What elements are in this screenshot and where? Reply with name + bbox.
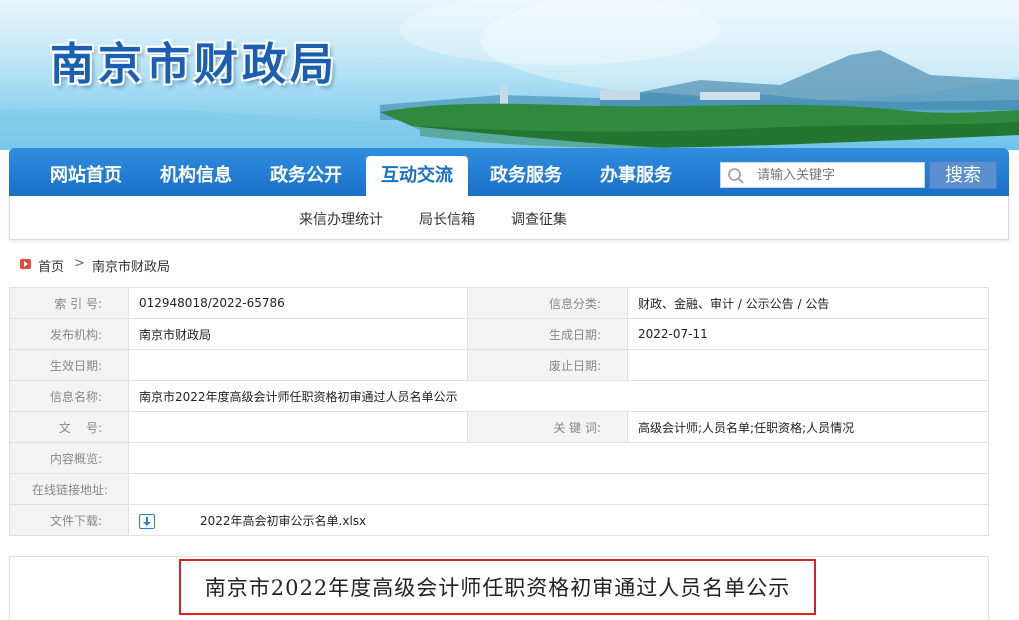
- table-row: 生效日期: 废止日期:: [9, 349, 989, 381]
- effective-date-value: [128, 349, 468, 381]
- table-row: 信息名称: 南京市2022年度高级会计师任职资格初审通过人员名单公示: [9, 380, 989, 412]
- download-icon[interactable]: [139, 513, 155, 529]
- online-link-label: 在线链接地址:: [9, 473, 129, 505]
- article-title: 南京市2022年度高级会计师任职资格初审通过人员名单公示: [204, 576, 791, 600]
- category-value: 财政、金融、审计 / 公示公告 / 公告: [627, 287, 989, 319]
- created-date-label: 生成日期:: [467, 318, 628, 350]
- breadcrumb-current[interactable]: 南京市财政局: [92, 256, 170, 275]
- site-title: 南京市财政局: [50, 39, 338, 90]
- index-label: 索 引 号:: [9, 287, 129, 319]
- abolish-date-value: [627, 349, 989, 381]
- file-download-cell: 2022年高会初审公示名单.xlsx: [128, 504, 989, 536]
- doc-number-label: 文 号:: [9, 411, 129, 443]
- effective-date-label: 生效日期:: [9, 349, 129, 381]
- article-title-highlight: 南京市2022年度高级会计师任职资格初审通过人员名单公示: [179, 559, 816, 615]
- nav-home[interactable]: 网站首页: [35, 148, 137, 196]
- download-file-link[interactable]: 2022年高会初审公示名单.xlsx: [200, 514, 366, 528]
- nav-organization-info[interactable]: 机构信息: [145, 148, 247, 196]
- doc-number-value: [128, 411, 468, 443]
- search-box: [720, 162, 925, 188]
- info-table: 索 引 号: 012948018/2022-65786 信息分类: 财政、金融、…: [9, 287, 989, 536]
- search-icon: [728, 168, 744, 184]
- subnav-director-mailbox[interactable]: 局长信箱: [419, 209, 475, 229]
- overview-value: [128, 442, 989, 474]
- nav-business-services[interactable]: 办事服务: [585, 148, 687, 196]
- table-row: 文 号: 关 键 词: 高级会计师;人员名单;任职资格;人员情况: [9, 411, 989, 443]
- article-content: 南京市2022年度高级会计师任职资格初审通过人员名单公示: [9, 556, 989, 620]
- created-date-value: 2022-07-11: [627, 318, 989, 350]
- home-icon: [20, 259, 31, 269]
- breadcrumb-home[interactable]: 首页: [38, 256, 64, 275]
- table-row: 索 引 号: 012948018/2022-65786 信息分类: 财政、金融、…: [9, 287, 989, 319]
- nav-government-services[interactable]: 政务服务: [475, 148, 577, 196]
- subnav-survey[interactable]: 调查征集: [511, 209, 567, 229]
- sub-nav: 来信办理统计 局长信箱 调查征集: [9, 196, 1009, 240]
- search-button[interactable]: 搜索: [929, 161, 997, 189]
- publisher-label: 发布机构:: [9, 318, 129, 350]
- abolish-date-label: 废止日期:: [467, 349, 628, 381]
- nav-interaction[interactable]: 互动交流: [366, 156, 468, 196]
- table-row: 在线链接地址:: [9, 473, 989, 505]
- overview-label: 内容概览:: [9, 442, 129, 474]
- breadcrumb-separator: >: [74, 256, 85, 271]
- online-link-value[interactable]: [128, 473, 989, 505]
- info-name-value: 南京市2022年度高级会计师任职资格初审通过人员名单公示: [128, 380, 989, 412]
- subnav-letter-statistics[interactable]: 来信办理统计: [299, 209, 383, 229]
- table-row: 发布机构: 南京市财政局 生成日期: 2022-07-11: [9, 318, 989, 350]
- table-row: 文件下载: 2022年高会初审公示名单.xlsx: [9, 504, 989, 536]
- file-download-label: 文件下载:: [9, 504, 129, 536]
- index-value: 012948018/2022-65786: [128, 287, 468, 319]
- nav-government-affairs-open[interactable]: 政务公开: [255, 148, 357, 196]
- publisher-value: 南京市财政局: [128, 318, 468, 350]
- search-input[interactable]: [757, 163, 922, 187]
- keywords-label: 关 键 词:: [467, 411, 628, 443]
- header-banner: 南京市财政局: [0, 0, 1019, 150]
- table-row: 内容概览:: [9, 442, 989, 474]
- category-label: 信息分类:: [467, 287, 628, 319]
- keywords-value: 高级会计师;人员名单;任职资格;人员情况: [627, 411, 989, 443]
- main-nav: 网站首页 机构信息 政务公开 互动交流 政务服务 办事服务 搜索: [9, 148, 1009, 196]
- info-name-label: 信息名称:: [9, 380, 129, 412]
